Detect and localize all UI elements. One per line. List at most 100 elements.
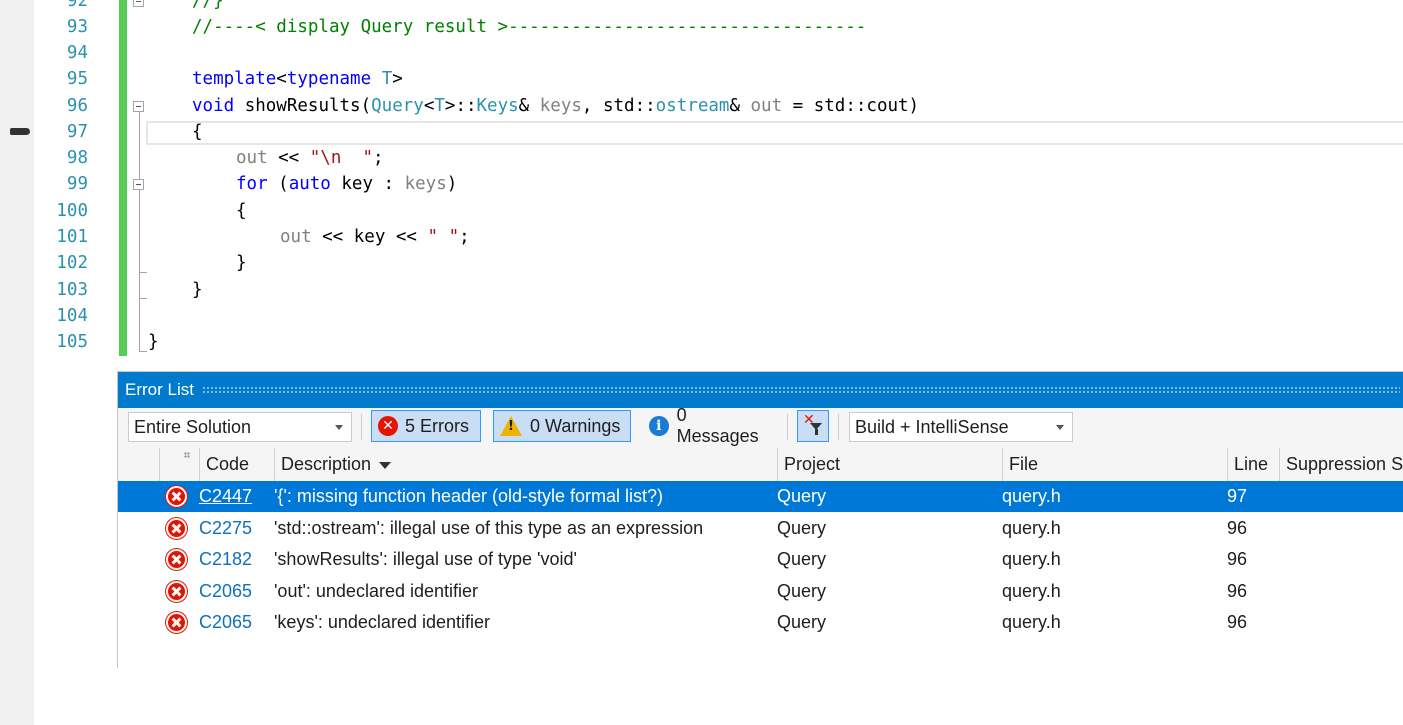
parameter: out <box>750 96 783 116</box>
clear-filter-button[interactable]: ✕ <box>797 410 829 442</box>
error-list-title-bar[interactable]: Error List <box>118 372 1403 408</box>
code-line-103: } <box>192 280 203 300</box>
collapse-icon[interactable] <box>133 101 144 112</box>
code-line-97: { <box>192 122 203 142</box>
punctuation: ; <box>372 148 384 168</box>
code-line-102: } <box>236 253 247 273</box>
error-description: 'showResults': illegal use of type 'void… <box>274 549 577 569</box>
keyword: template <box>192 69 277 89</box>
error-line: 96 <box>1227 549 1248 569</box>
operator: << key << <box>311 227 428 247</box>
current-line-highlight <box>146 121 1403 145</box>
chevron-down-icon <box>1056 425 1064 430</box>
column-header-line-label: Line <box>1234 454 1269 474</box>
error-icon <box>166 612 187 633</box>
messages-filter-label: 0 Messages <box>676 405 759 446</box>
string-literal: " " <box>427 227 460 247</box>
column-chooser-icon <box>184 452 190 458</box>
column-header-suppression-label: Suppression St <box>1286 454 1403 474</box>
outline-guide-end <box>139 298 147 299</box>
table-row[interactable]: C2447 '{': missing function header (old-… <box>118 481 1403 512</box>
column-header-file-label: File <box>1009 454 1039 474</box>
column-header-project-label: Project <box>784 454 841 474</box>
error-icon <box>166 549 187 570</box>
error-list-toolbar: Entire Solution ✕ 5 Errors 0 Warnings i … <box>118 405 1403 448</box>
warnings-filter-button[interactable]: 0 Warnings <box>493 410 631 442</box>
punctuation: < <box>423 96 435 116</box>
punctuation: > <box>392 69 403 89</box>
current-statement-arrow-icon <box>10 128 30 135</box>
scope-dropdown-value: Entire Solution <box>134 416 252 437</box>
error-project: Query <box>777 549 827 569</box>
error-icon <box>166 486 187 507</box>
column-header-description[interactable]: Description <box>274 448 777 481</box>
scope-dropdown[interactable]: Entire Solution <box>128 412 352 442</box>
error-file: query.h <box>1002 549 1061 569</box>
column-header-code[interactable]: Code <box>199 448 274 481</box>
error-project: Query <box>777 612 827 632</box>
error-code-link[interactable]: C2447 <box>199 481 252 512</box>
title-bar-grip[interactable] <box>201 386 1400 394</box>
error-code-link[interactable]: C2065 <box>199 607 252 638</box>
column-header-file[interactable]: File <box>1002 448 1227 481</box>
code-line-99: for (auto key : keys) <box>236 171 457 197</box>
line-number: 96 <box>66 96 88 116</box>
collapse-icon[interactable] <box>133 0 144 7</box>
outline-guide <box>139 112 140 352</box>
error-project: Query <box>777 518 827 538</box>
line-number: 92 <box>66 0 88 11</box>
error-code-link[interactable]: C2275 <box>199 513 252 544</box>
function-name: showResults( <box>234 96 372 116</box>
error-description: 'std::ostream': illegal use of this type… <box>274 518 704 538</box>
errors-filter-button[interactable]: ✕ 5 Errors <box>371 410 481 442</box>
type-name: Query <box>371 96 424 116</box>
change-tracking-bar <box>119 0 127 356</box>
punctuation: < <box>276 69 287 89</box>
error-description: 'keys': undeclared identifier <box>274 612 490 632</box>
parameter: keys <box>404 174 447 194</box>
error-project: Query <box>777 581 827 601</box>
code-line-95: template<typename T> <box>192 66 403 92</box>
outline-guide-end <box>139 272 147 273</box>
chevron-down-icon <box>335 425 343 430</box>
column-header-code-label: Code <box>206 454 250 474</box>
code-line-96: void showResults(Query<T>::Keys& keys, s… <box>192 93 919 119</box>
keyword: for <box>236 174 268 194</box>
column-header-suppression-state[interactable]: Suppression St <box>1279 448 1403 481</box>
line-number: 105 <box>56 332 88 352</box>
line-number: 98 <box>66 148 88 168</box>
error-project: Query <box>777 486 827 506</box>
collapse-icon[interactable] <box>133 179 144 190</box>
parameter: out <box>280 227 312 247</box>
operator: << <box>267 148 310 168</box>
keyword: typename <box>286 69 372 89</box>
code-line-101: out << key << " "; <box>280 224 470 250</box>
error-code-link[interactable]: C2182 <box>199 544 252 575</box>
error-code-link[interactable]: C2065 <box>199 576 252 607</box>
code-line-92: //} <box>192 0 224 11</box>
column-header-description-label: Description <box>281 454 372 474</box>
table-row[interactable]: C2065 'out': undeclared identifier Query… <box>118 576 1403 607</box>
table-row[interactable]: C2065 'keys': undeclared identifier Quer… <box>118 607 1403 638</box>
info-icon: i <box>649 416 669 436</box>
errors-filter-label: 5 Errors <box>405 415 470 436</box>
line-number: 99 <box>66 174 88 194</box>
line-number: 94 <box>66 43 88 63</box>
line-number: 97 <box>66 122 88 142</box>
line-number: 101 <box>56 227 88 247</box>
error-file: query.h <box>1002 612 1061 632</box>
column-header-line[interactable]: Line <box>1227 448 1279 481</box>
error-file: query.h <box>1002 486 1061 506</box>
line-number: 93 <box>66 17 88 37</box>
parameter: out <box>236 148 268 168</box>
error-line: 96 <box>1227 518 1248 538</box>
line-number: 95 <box>66 69 88 89</box>
column-header-project[interactable]: Project <box>777 448 1002 481</box>
column-header-icon[interactable] <box>159 448 199 481</box>
type-name: ostream <box>655 96 730 116</box>
messages-filter-button[interactable]: i 0 Messages <box>643 405 778 446</box>
source-dropdown[interactable]: Build + IntelliSense <box>849 412 1073 442</box>
error-icon: ✕ <box>378 416 398 436</box>
table-row[interactable]: C2275 'std::ostream': illegal use of thi… <box>118 513 1403 544</box>
table-row[interactable]: C2182 'showResults': illegal use of type… <box>118 544 1403 575</box>
